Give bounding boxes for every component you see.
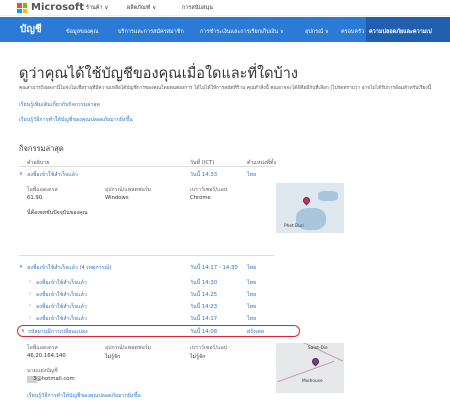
tab-security[interactable]: ความปลอดภัยและความเป xyxy=(369,28,449,36)
sub1-description[interactable]: ลงชื่อเข้าใช้สำเร็จแล้ว xyxy=(36,279,87,287)
sub4-chevron-icon[interactable]: › xyxy=(29,315,31,321)
header-divider xyxy=(19,166,274,167)
entry1-date: วันนี้ 14:33 xyxy=(190,172,218,178)
highlight-device-label: อุปกรณ์/แพลตฟอร์ม xyxy=(105,345,152,351)
entry1-device: Windows xyxy=(105,195,129,201)
tab-family[interactable]: ครอบครัว xyxy=(341,28,364,36)
nav-store[interactable]: ร้านค้า ∨ xyxy=(86,4,108,12)
sub3-date: วันนี้ 14:23 xyxy=(190,304,218,310)
map1-label: Phet Buri xyxy=(284,224,304,229)
sub3-location: ไทย xyxy=(247,304,257,310)
page-title: ดูว่าคุณได้ใช้บัญชีของคุณเมื่อใดและที่ใด… xyxy=(19,66,298,82)
entry1-location: ไทย xyxy=(247,172,257,178)
group-description[interactable]: ลงชื่อเข้าใช้สำเร็จแล้ว (4 เหตุการณ์) xyxy=(27,264,111,272)
map2-label-1: Saint-Die xyxy=(308,346,328,351)
password-changed-location: ฝรั่งเศส xyxy=(247,329,264,335)
bottom-secure-account-link[interactable]: เรียนรู้วิธีการทำให้บัญชีของคุณปลอดภัยมา… xyxy=(27,392,141,400)
entry1-browser-label: เบราว์เซอร์/แอป xyxy=(190,187,228,193)
highlight-ip: 46.20.164.140 xyxy=(27,353,66,359)
section-title: กิจกรรมล่าสุด xyxy=(19,144,64,153)
entry1-current-session-note: นี่คือเซสชันปัจจุบันของคุณ xyxy=(27,210,88,216)
entry1-ip: 61.90. xyxy=(27,195,44,201)
highlight-browser: ไม่รู้จัก xyxy=(190,354,206,360)
tab-your-info[interactable]: ข้อมูลของคุณ xyxy=(66,28,99,36)
map2-label-2: Mulhouse xyxy=(302,379,323,384)
password-changed-date: วันนี้ 14:08 xyxy=(190,329,218,335)
entry-divider xyxy=(19,255,274,256)
highlight-browser-label: เบราว์เซอร์/แอป xyxy=(190,345,228,351)
page-description: คุณสามารถิ่งผลงานี่ไมจ่งไม่เชื่ยรายุที่ม… xyxy=(19,86,431,91)
alias-label: นามแฝงบัญชี xyxy=(27,368,58,374)
location-map-2: Saint-Die Mulhouse xyxy=(276,343,344,393)
sub2-chevron-icon[interactable]: › xyxy=(29,291,31,297)
entry1-device-label: อุปกรณ์/แพลตฟอร์ม xyxy=(105,187,152,193)
learn-more-activity-link[interactable]: เรียนรู้เพิ่มเติมเกี่ยวกับกิจกรรมล่าสุด xyxy=(19,101,100,109)
account-alias: 3@hotmail.com xyxy=(33,376,75,382)
tab-services[interactable]: บริการและการสมัครสมาชิก xyxy=(118,28,184,36)
sub4-location: ไทย xyxy=(247,316,257,322)
sub1-chevron-icon[interactable]: › xyxy=(29,279,31,285)
highlight-device: ไม่รู้จัก xyxy=(105,354,121,360)
password-changed-description[interactable]: รหัสผ่านมีการเปลี่ยนแปลง xyxy=(28,328,88,336)
tab-payment[interactable]: การชำระเงินและการเรียกเก็บเงิน ∨ xyxy=(200,28,284,36)
microsoft-logo-icon[interactable] xyxy=(17,3,27,13)
sub1-location: ไทย xyxy=(247,280,257,286)
location-map-1: Phet Buri xyxy=(276,183,344,233)
sub2-date: วันนี้ 14:25 xyxy=(190,292,218,298)
sub4-date: วันนี้ 14:17 xyxy=(190,316,218,322)
entry1-browser: Chrome xyxy=(190,195,211,201)
map-pin-icon xyxy=(301,195,312,206)
brand-name[interactable]: Microsoft xyxy=(31,2,84,13)
sub2-description[interactable]: ลงชื่อเข้าใช้สำเร็จแล้ว xyxy=(36,291,87,299)
sub2-location: ไทย xyxy=(247,292,257,298)
sub1-date: วันนี้ 14:30 xyxy=(190,280,218,286)
group-chevron-icon[interactable]: ∨ xyxy=(19,264,23,270)
entry-chevron-icon[interactable]: ∨ xyxy=(19,171,23,177)
sub3-chevron-icon[interactable]: › xyxy=(29,303,31,309)
sub4-description[interactable]: ลงชื่อเข้าใช้สำเร็จแล้ว xyxy=(36,315,87,323)
nav-support[interactable]: การสนับสนุน xyxy=(182,4,213,12)
highlight-chevron-icon[interactable]: ∨ xyxy=(21,328,25,334)
entry1-ip-label: ไอพีแอดเดรส xyxy=(27,187,58,193)
tab-devices[interactable]: อุปกรณ์ ∨ xyxy=(305,28,329,36)
group-location: ไทย xyxy=(247,265,257,271)
sub3-description[interactable]: ลงชื่อเข้าใช้สำเร็จแล้ว xyxy=(36,303,87,311)
entry1-description[interactable]: ลงชื่อเข้าใช้สำเร็จแล้ว xyxy=(27,171,78,179)
account-title[interactable]: บัญชี xyxy=(20,22,42,37)
group-date: วันนี้ 14:17 - 14:30 xyxy=(190,265,238,271)
nav-products[interactable]: ผลิตภัณฑ์ ∨ xyxy=(127,4,156,12)
secure-account-link[interactable]: เรียนรู้วิธีการทำให้บัญชีของคุณปลอดภัยมา… xyxy=(19,116,133,124)
highlight-ip-label: ไอพีแอดเดรส xyxy=(27,345,58,351)
